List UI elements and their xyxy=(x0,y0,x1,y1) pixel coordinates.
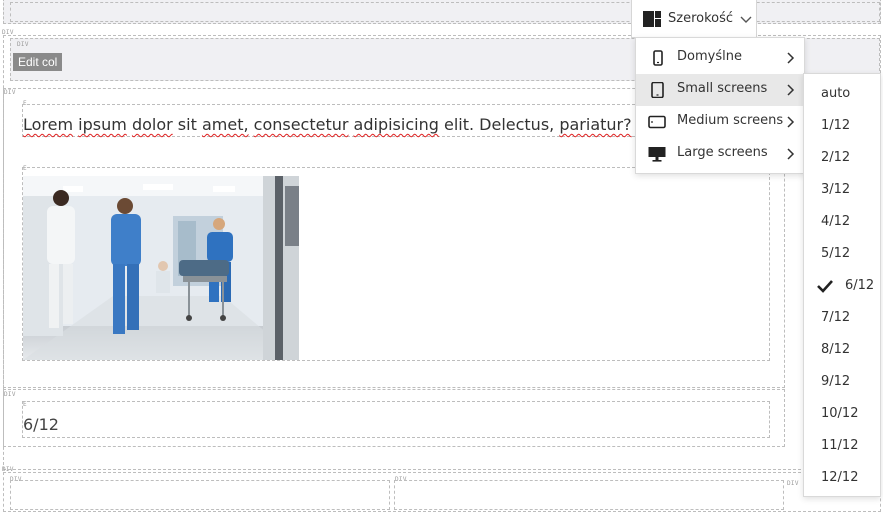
size-option-label: 5/12 xyxy=(821,246,851,261)
width-value-text[interactable]: 6/12 xyxy=(23,415,59,434)
menu-item-small-screens[interactable]: Small screens xyxy=(636,74,804,106)
menu-item-label: Large screens xyxy=(677,145,768,160)
hospital-photo[interactable] xyxy=(23,176,299,360)
size-option-8-12[interactable]: 8/12 xyxy=(804,335,880,367)
phone-icon xyxy=(648,50,666,66)
size-option-9-12[interactable]: 9/12 xyxy=(804,367,880,399)
width-button-label: Szerokość xyxy=(668,11,734,26)
sizes-submenu: auto 1/12 2/12 3/12 4/12 5/12 6/12 7/12 8/12 9/12… xyxy=(803,73,881,497)
menu-item-default[interactable]: Domyślne xyxy=(636,42,804,74)
size-option-label: 7/12 xyxy=(821,310,851,325)
menu-item-label: Small screens xyxy=(677,81,768,96)
menu-item-large-screens[interactable]: Large screens xyxy=(636,138,804,170)
size-option-1-12[interactable]: 1/12 xyxy=(804,111,880,143)
lorem-paragraph[interactable]: Lorem ipsum dolor sit amet, consectetur … xyxy=(23,115,632,134)
size-option-12-12[interactable]: 12/12 xyxy=(804,463,880,495)
size-option-label: 11/12 xyxy=(821,438,859,453)
size-option-7-12[interactable]: 7/12 xyxy=(804,303,880,335)
menu-item-label: Medium screens xyxy=(677,113,784,128)
bottom-col-2[interactable] xyxy=(394,480,784,510)
width-menu: Domyślne Small screens Medium screens La… xyxy=(635,37,805,174)
menu-item-medium-screens[interactable]: Medium screens xyxy=(636,106,804,138)
size-option-10-12[interactable]: 10/12 xyxy=(804,399,880,431)
layout-columns-icon xyxy=(643,10,661,27)
size-option-label: 2/12 xyxy=(821,150,851,165)
size-option-2-12[interactable]: 2/12 xyxy=(804,143,880,175)
paragraph-word: consectetur xyxy=(253,115,349,134)
size-option-label: 6/12 xyxy=(845,278,875,293)
size-option-3-12[interactable]: 3/12 xyxy=(804,175,880,207)
size-option-6-12[interactable]: 6/12 xyxy=(804,271,880,303)
paragraph-word: elit. xyxy=(443,115,475,134)
paragraph-word: Delectus, xyxy=(479,115,555,134)
width-text-box[interactable] xyxy=(22,401,770,438)
chevron-right-icon xyxy=(785,114,795,130)
size-option-label: 4/12 xyxy=(821,214,851,229)
chevron-right-icon xyxy=(785,82,795,98)
size-option-label: 8/12 xyxy=(821,342,851,357)
paragraph-word: pariatur? xyxy=(559,115,632,134)
check-icon xyxy=(816,278,834,294)
size-option-label: 12/12 xyxy=(821,470,859,485)
size-option-label: 3/12 xyxy=(821,182,851,197)
size-option-label: auto xyxy=(821,86,851,101)
paragraph-word: sit xyxy=(177,115,197,134)
tablet-landscape-icon xyxy=(648,114,666,130)
chevron-down-icon xyxy=(740,14,752,24)
chevron-right-icon xyxy=(785,50,795,66)
paragraph-word: dolor xyxy=(131,115,173,134)
div-tag: DIV xyxy=(787,480,799,487)
size-option-5-12[interactable]: 5/12 xyxy=(804,239,880,271)
paragraph-word: ipsum xyxy=(78,115,127,134)
bottom-col-1[interactable] xyxy=(10,480,390,510)
menu-item-label: Domyślne xyxy=(677,49,742,64)
chevron-right-icon xyxy=(785,146,795,162)
size-option-4-12[interactable]: 4/12 xyxy=(804,207,880,239)
monitor-icon xyxy=(648,146,666,162)
paragraph-word: amet, xyxy=(201,115,249,134)
size-option-label: 9/12 xyxy=(821,374,851,389)
edit-col-button[interactable]: Edit col xyxy=(13,53,63,71)
size-option-auto[interactable]: auto xyxy=(804,79,880,111)
paragraph-word: adipisicing xyxy=(353,115,439,134)
tablet-icon xyxy=(648,81,666,99)
width-button[interactable]: Szerokość xyxy=(631,0,757,38)
size-option-11-12[interactable]: 11/12 xyxy=(804,431,880,463)
size-option-label: 10/12 xyxy=(821,406,859,421)
div-tag: DIV xyxy=(17,41,29,48)
paragraph-word: Lorem xyxy=(23,115,74,134)
size-option-label: 1/12 xyxy=(821,118,851,133)
